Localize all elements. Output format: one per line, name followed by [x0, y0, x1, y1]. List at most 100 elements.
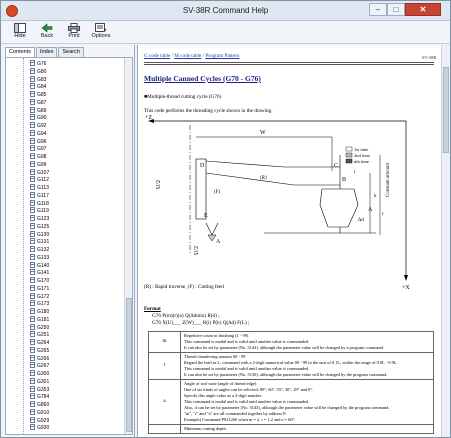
tree-item-label: G96 — [37, 138, 47, 145]
tree-item-label: G130 — [37, 231, 50, 238]
table-row: a Angle of tool nose (angle of thread edg… — [148, 379, 434, 425]
help-page-icon — [30, 122, 35, 128]
tab-index[interactable]: Index — [36, 47, 58, 57]
contents-tree: G76 G80 G83 G84 G85 G87 G89 G90 G92 G94 G96 G97 G98 G… — [5, 57, 133, 435]
help-page-icon — [30, 114, 35, 121]
tree-item-label: G117 — [37, 192, 49, 199]
tool-insert — [207, 234, 217, 242]
tree-item-label: G171 — [37, 285, 50, 292]
tree-item-label: G118 — [37, 200, 49, 207]
format-line-2: G76 X(U)___ Z(W)___ R(i) P(k) Q(Δd) F(L)… — [152, 320, 250, 326]
tree-item-label: G141 — [37, 270, 50, 277]
print-label: Print — [68, 33, 80, 39]
r-label: r — [382, 212, 384, 217]
tree-item-label: G265 — [37, 347, 50, 354]
printer-icon — [68, 23, 80, 33]
help-page-icon — [30, 315, 35, 322]
help-page-icon — [30, 199, 35, 206]
options-button[interactable]: Options — [88, 23, 114, 43]
tree-item-label: G300 — [37, 371, 50, 377]
tree-item-label: G250 — [37, 324, 50, 331]
breadcrumb: G code table / M code table / Program Pa… — [144, 53, 239, 59]
tree-item-label: G98 — [37, 154, 47, 160]
param-description: Thread chamfering amount 00 - 99 Regard t… — [180, 352, 434, 380]
tree-item-label: G251 — [37, 332, 50, 339]
format-line-1: G76 P(m)(r)(a) Q(Δdmin) R(d) ; — [152, 313, 220, 319]
delta-d-label: Δd — [358, 218, 364, 223]
tree-item-label: G112 — [37, 177, 49, 184]
tree-item-label: G84 — [37, 84, 47, 91]
parameter-table: m Repetitive count in finishing (1 - 99) T… — [148, 331, 434, 434]
tree-item-label: G99 — [37, 161, 47, 168]
toolbar: Hide Back Print Options — [1, 22, 450, 44]
format-heading: Format — [144, 306, 161, 312]
help-page-icon — [30, 284, 35, 291]
tree-item-label: G264 — [37, 340, 50, 346]
tree-item-label: G140 — [37, 262, 50, 269]
tree-item-label: G113 — [37, 185, 49, 191]
section-subheading: ■Multiple-thread cutting cycle (G76) — [144, 94, 222, 100]
tree-item-label: G87 — [37, 99, 47, 106]
tree-item-label: G910 — [37, 409, 50, 416]
help-page-icon — [30, 129, 35, 136]
tree-item-label: G131 — [37, 239, 50, 246]
help-page-icon — [30, 238, 35, 245]
navigation-pane: Contents Index Search G76 G80 G83 G84 G85 G87… — [3, 45, 135, 437]
help-page-icon — [30, 60, 35, 66]
tree-item-label: G266 — [37, 355, 50, 362]
help-page-icon — [30, 67, 35, 74]
help-page-icon — [30, 184, 35, 190]
close-button[interactable]: ✕ — [405, 3, 441, 16]
help-page-icon — [30, 424, 35, 431]
help-page-icon — [30, 292, 35, 299]
w-label: W — [260, 130, 266, 136]
feed-label: (F) — [214, 190, 220, 195]
help-page-icon — [30, 207, 35, 214]
tree-item-label: G76 — [37, 61, 47, 67]
print-button[interactable]: Print — [61, 23, 87, 43]
back-button[interactable]: Back — [34, 23, 60, 43]
tree-item-label: G94 — [37, 130, 47, 137]
tree-item[interactable]: G930 — [30, 424, 49, 432]
tree-item-label: G181 — [37, 316, 50, 323]
table-row: m Repetitive count in finishing (1 - 99) T… — [148, 331, 434, 353]
threading-cycle-drawing: +Z +X W U/2 U/2 C D E B A (R) (F) — [145, 115, 410, 291]
content-scrollbar[interactable] — [441, 45, 450, 437]
maximize-button[interactable]: □ — [387, 3, 405, 16]
param-key: m — [148, 331, 181, 353]
tab-contents[interactable]: Contents — [5, 47, 36, 57]
cut-path-lower — [205, 172, 295, 186]
cut-path-upper — [205, 160, 285, 168]
u-label: U/2 — [156, 180, 162, 189]
z-axis-label: +Z — [145, 115, 152, 121]
legend-nth-time: nth time — [354, 159, 369, 164]
tree-item-label: G123 — [37, 216, 50, 222]
help-page-icon — [30, 75, 35, 82]
hide-icon — [14, 23, 26, 33]
tree-item-label: G930 — [37, 425, 50, 432]
content-scroll-thumb[interactable] — [443, 67, 449, 153]
tree-scrollbar[interactable] — [124, 58, 132, 434]
tree-item-label: G133 — [37, 254, 50, 261]
link-m-code-table[interactable]: M code table — [174, 53, 201, 59]
param-description: Repetitive count in finishing (1 - 99) Th… — [180, 331, 434, 353]
link-program-pattern[interactable]: Program Pattern — [205, 53, 239, 59]
a-label-tool: A — [216, 239, 221, 245]
help-page-icon — [30, 168, 35, 175]
legend-swatch-1 — [345, 146, 353, 152]
intro-text: This code performs the threading cycle s… — [144, 108, 273, 114]
link-g-code-table[interactable]: G code table — [144, 53, 170, 59]
minimize-button[interactable]: – — [369, 3, 387, 16]
back-label: Back — [40, 33, 54, 39]
help-page-icon — [30, 354, 35, 361]
tab-search[interactable]: Search — [58, 47, 84, 57]
help-page-icon — [30, 137, 35, 144]
tree-scroll-thumb[interactable] — [126, 298, 132, 432]
hide-button[interactable]: Hide — [7, 23, 33, 43]
x-axis-label: +X — [402, 285, 410, 291]
tree-item-label: G929 — [37, 417, 50, 424]
tree-item-label: G107 — [37, 169, 50, 176]
back-arrow-icon — [41, 23, 53, 33]
divider — [144, 62, 434, 63]
constant-amount-label: Constant amount — [386, 162, 391, 197]
